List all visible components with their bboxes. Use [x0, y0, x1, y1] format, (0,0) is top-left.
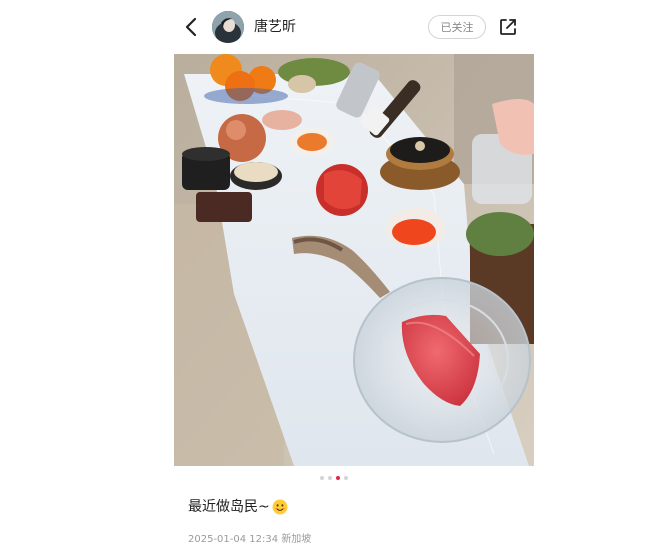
page-dot-2[interactable] — [328, 476, 332, 480]
share-external-icon — [500, 19, 516, 35]
share-button[interactable] — [496, 15, 520, 39]
smiling-face-emoji-icon — [272, 499, 288, 515]
post-photo[interactable] — [174, 54, 534, 466]
page-dot-3-active[interactable] — [336, 476, 340, 480]
avatar-image — [212, 11, 244, 43]
avatar[interactable] — [212, 11, 244, 43]
back-button[interactable] — [178, 14, 204, 40]
follow-button[interactable]: 已关注 — [428, 15, 486, 39]
page-dot-4[interactable] — [344, 476, 348, 480]
username[interactable]: 唐艺昕 — [254, 17, 296, 37]
post-location: 新加坡 — [281, 534, 312, 545]
caption-text: 最近做岛民~ — [188, 499, 270, 515]
post-header: 唐艺昕 已关注 — [0, 0, 660, 54]
image-pagination — [0, 474, 660, 482]
post-meta: 2025-01-04 12:34 新加坡 — [188, 532, 311, 548]
photo-image — [174, 54, 534, 466]
post-timestamp: 2025-01-04 12:34 — [188, 534, 279, 545]
post-detail-page: 唐艺昕 已关注 最近做岛民~ 2025-01-04 12:34 新加坡 — [0, 0, 660, 555]
post-caption: 最近做岛民~ — [188, 496, 288, 518]
chevron-left-icon — [185, 17, 197, 37]
page-dot-1[interactable] — [320, 476, 324, 480]
